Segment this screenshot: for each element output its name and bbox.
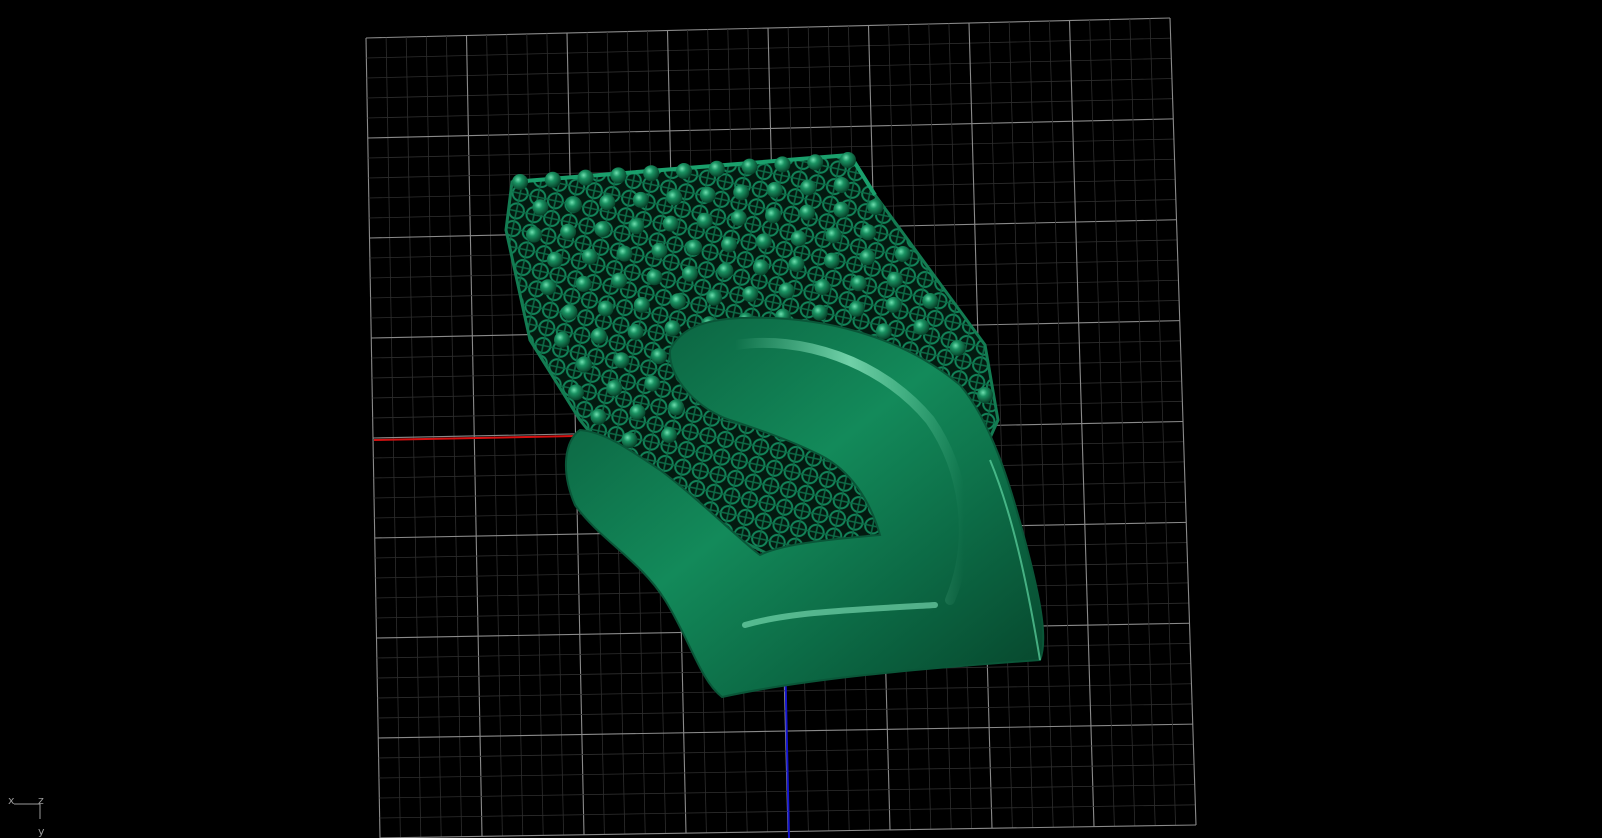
lattice-node [554,331,570,348]
lattice-node [594,221,611,238]
lattice-node [627,324,644,340]
lattice-node [681,265,698,282]
lattice-node [774,156,791,173]
lattice-node [977,387,993,403]
lattice-node [661,427,677,443]
lattice-node [577,169,594,186]
lattice-node [733,184,750,201]
lattice-node [699,186,716,203]
lattice-node [581,248,598,265]
lattice-node [823,252,840,269]
gizmo-y-label: y [38,825,45,838]
lattice-node [646,269,663,286]
lattice-node [590,408,607,425]
lattice-node [643,165,660,182]
lattice-node [706,289,723,306]
lattice-node [651,242,668,259]
lattice-node [885,296,902,313]
lattice-node [560,223,577,240]
lattice-node [696,212,713,229]
lattice-node [576,356,592,373]
lattice-node [860,224,877,241]
lattice-node [721,236,737,253]
lattice-node [610,167,627,184]
lattice-node [532,199,549,216]
lattice-node [611,272,627,289]
lattice-node [568,384,584,401]
lattice-node [664,320,681,337]
lattice-node [913,319,930,335]
lattice-node [512,174,528,190]
lattice-node [875,323,892,340]
lattice-node [867,199,884,215]
lattice-node [599,194,616,211]
lattice-node [811,304,828,321]
lattice-node [632,191,649,208]
lattice-node [546,251,563,268]
lattice-node [666,189,683,206]
lattice-node [616,245,633,262]
lattice-node [949,340,966,356]
lattice-node [790,230,807,247]
lattice-node [886,271,903,288]
lattice-node [848,300,865,317]
lattice-node [686,239,703,256]
lattice-node [833,201,850,218]
3d-model-pendant[interactable] [504,152,1045,699]
gizmo-z-label: z [38,794,44,807]
lattice-node [668,399,685,416]
lattice-node [717,262,734,279]
lattice-node [575,275,592,292]
lattice-node [752,259,769,276]
lattice-node [755,233,772,250]
lattice-node [742,286,759,303]
lattice-node [840,152,856,168]
lattice-node [644,375,661,392]
lattice-node [859,249,876,266]
lattice-node [629,404,646,421]
lattice-node [590,327,607,344]
lattice-node [814,278,831,295]
lattice-node [741,158,758,175]
lattice-node [807,154,824,171]
lattice-node [922,293,939,309]
lattice-node [825,227,842,244]
lattice-node [597,300,614,317]
lattice-node [633,296,650,313]
lattice-node [540,279,556,296]
lattice-node [565,196,582,213]
lattice-node [788,256,805,272]
lattice-node [850,275,867,292]
lattice-node [833,177,850,193]
lattice-node [561,304,578,321]
viewport-scene[interactable] [0,0,1602,838]
lattice-node [613,352,630,369]
lattice-node [766,181,783,198]
lattice-node [799,204,816,221]
lattice-node [651,348,667,365]
lattice-node [778,282,795,299]
3d-viewport[interactable]: x z y [0,0,1602,838]
gizmo-x-label: x [8,794,15,807]
lattice-node [606,380,623,396]
lattice-node [669,293,686,310]
lattice-node [800,179,817,196]
lattice-node [526,226,542,243]
lattice-node [544,171,561,188]
lattice-node [676,163,692,179]
lattice-node [730,210,747,226]
lattice-node [894,246,911,262]
lattice-node [628,218,645,235]
lattice-node [662,215,679,232]
lattice-node [708,160,725,177]
lattice-node [765,207,781,224]
